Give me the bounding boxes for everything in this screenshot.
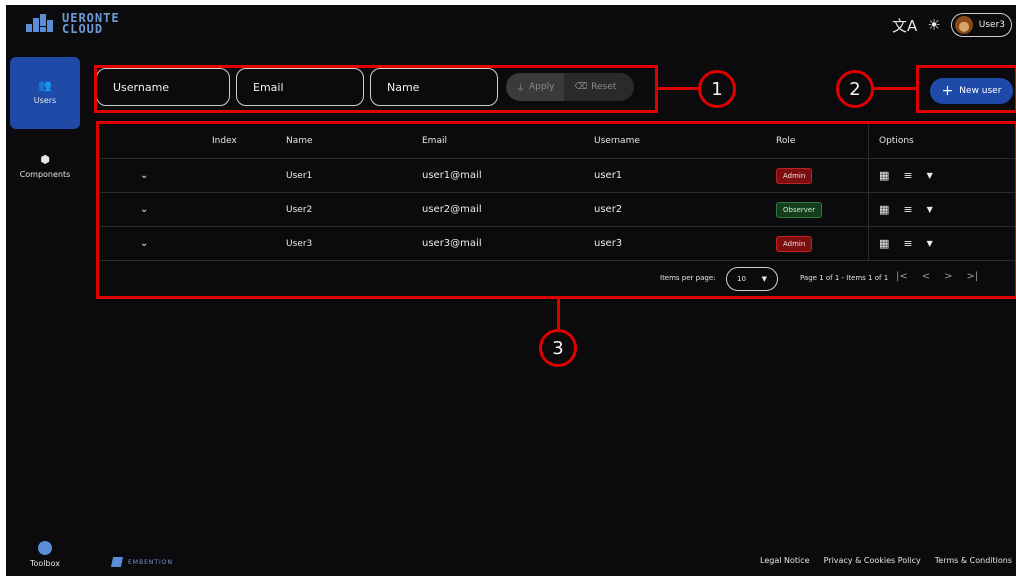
sidebar-item-components[interactable]: ⬢ Components	[10, 131, 80, 203]
annotation-box-filters	[94, 65, 658, 113]
footer-links: Legal Notice Privacy & Cookies Policy Te…	[760, 556, 1012, 565]
annotation-line-2	[872, 87, 916, 90]
annotation-marker-2: 2	[836, 70, 874, 108]
annotation-line-1	[658, 87, 698, 90]
cube-icon: ⬢	[40, 153, 50, 166]
translate-icon[interactable]: 文A	[892, 15, 917, 36]
annotation-box-table	[96, 121, 1016, 299]
app-window: UERONTE CLOUD 文A ☀ User3 👥 Users ⬢ Compo…	[6, 5, 1016, 576]
sun-icon[interactable]: ☀	[927, 16, 940, 34]
brand-logo-icon	[110, 557, 124, 567]
user-name: User3	[978, 20, 1005, 30]
top-bar: UERONTE CLOUD 文A ☀ User3	[6, 5, 1016, 47]
main-content: Username Email Name ⏚ Apply ⌫ Reset + Ne…	[86, 47, 1016, 537]
annotation-marker-1: 1	[698, 70, 736, 108]
sidebar: 👥 Users ⬢ Components Toolbox	[6, 47, 86, 576]
app-logo[interactable]: UERONTE CLOUD	[26, 12, 120, 36]
avatar	[954, 16, 973, 34]
sidebar-item-label: Users	[33, 96, 57, 105]
logo-mark-icon	[26, 14, 54, 34]
top-bar-actions: 文A ☀ User3	[892, 13, 1012, 37]
annotation-box-new-user	[916, 65, 1016, 113]
sidebar-item-users[interactable]: 👥 Users	[10, 57, 80, 129]
annotation-marker-3: 3	[539, 329, 577, 367]
logo-line-2: CLOUD	[62, 22, 104, 36]
users-icon: 👥	[38, 79, 52, 92]
annotation-line-3	[557, 299, 560, 329]
terms-link[interactable]: Terms & Conditions	[935, 556, 1012, 565]
footer-brand-text: EMBENTION	[128, 558, 174, 566]
user-menu[interactable]: User3	[950, 13, 1012, 37]
logo-text: UERONTE CLOUD	[62, 12, 120, 36]
sidebar-item-label: Components	[19, 170, 71, 179]
privacy-policy-link[interactable]: Privacy & Cookies Policy	[824, 556, 921, 565]
footer: EMBENTION Legal Notice Privacy & Cookies…	[6, 550, 1016, 576]
footer-brand: EMBENTION	[110, 557, 174, 567]
legal-notice-link[interactable]: Legal Notice	[760, 556, 810, 565]
